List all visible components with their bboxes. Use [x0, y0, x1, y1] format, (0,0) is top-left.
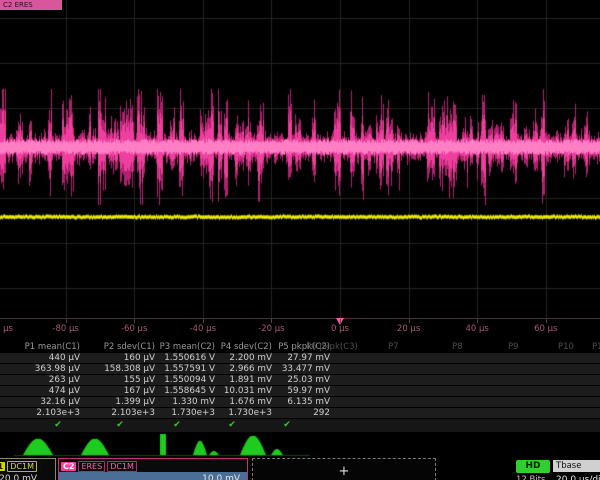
measurement-value: 6.135 mV	[252, 397, 330, 407]
timebase-descriptor[interactable]: Tbase	[553, 460, 600, 472]
measurement-value: 440 µV	[2, 353, 80, 363]
waveform-display[interactable]: C2 ERES	[0, 0, 600, 318]
parameter-header-unused[interactable]: P7	[388, 342, 399, 352]
measurement-row: 263 µV155 µV1.550094 V1.891 mV25.03 mV	[0, 375, 600, 385]
descriptor-strip: C1 DC1M 20.0 mV C2 ERES DC1M 10.0 mV + H…	[0, 458, 600, 480]
measurement-table: P1 mean(C1)P2 sdev(C1)P3 mean(C2)P4 sdev…	[0, 341, 600, 433]
axis-tick-label: -80 µs	[52, 324, 78, 334]
measurement-value: 474 µV	[2, 386, 80, 396]
axis-tick-label: 40 µs	[466, 324, 489, 334]
measurement-value: 263 µV	[2, 375, 80, 385]
parameter-header-unused[interactable]: P8	[452, 342, 463, 352]
status-check-icon: ✔	[173, 420, 181, 431]
c2-volts-per-div: 10.0 mV	[59, 472, 247, 480]
measurement-row: 32.16 µV1.399 µV1.330 mV1.676 mV6.135 mV	[0, 397, 600, 407]
c1-coupling-badge: DC1M	[7, 461, 37, 472]
parameter-header-unused[interactable]: P9	[508, 342, 519, 352]
axis-tick-label: -20 µs	[258, 324, 284, 334]
axis-tick	[134, 319, 135, 323]
measurement-value: 2.103e+3	[2, 408, 80, 418]
status-check-icon: ✔	[283, 420, 291, 431]
c2-coupling-badge: DC1M	[107, 461, 137, 472]
hd-bits-label: 12 Bits	[516, 475, 545, 480]
measurement-value: 59.97 mV	[252, 386, 330, 396]
measurement-value: 33.477 mV	[252, 364, 330, 374]
oscilloscope-screen: C2 ERES -100 µs -80 µs -60 µs -40 µs -20 µs 0…	[0, 0, 600, 480]
timebase-value: 20.0 µs/div	[556, 475, 600, 480]
channel-c1-descriptor[interactable]: C1 DC1M 20.0 mV	[0, 458, 56, 480]
status-check-icon: ✔	[54, 420, 62, 431]
axis-tick	[409, 319, 410, 323]
waveform-canvas	[0, 0, 600, 318]
axis-tick	[477, 319, 478, 323]
measurement-value: 292	[252, 408, 330, 418]
measurement-row: 474 µV167 µV1.558645 V10.031 mV59.97 mV	[0, 386, 600, 396]
status-check-icon: ✔	[116, 420, 124, 431]
measurement-table-headers: P1 mean(C1)P2 sdev(C1)P3 mean(C2)P4 sdev…	[0, 341, 600, 353]
axis-tick	[340, 319, 341, 323]
axis-tick	[203, 319, 204, 323]
status-check-icon: ✔	[228, 420, 236, 431]
axis-tick-label: 60 µs	[534, 324, 557, 334]
axis-tick-label: -40 µs	[190, 324, 216, 334]
parameter-header-unused[interactable]: P10	[558, 342, 574, 352]
measurement-row: 440 µV160 µV1.550616 V2.200 mV27.97 mV	[0, 353, 600, 363]
c2-trace-annotation-badge: C2 ERES	[0, 0, 62, 10]
c1-volts-per-div: 20.0 mV	[0, 472, 55, 480]
axis-tick	[546, 319, 547, 323]
measurement-row: 2.103e+32.103e+31.730e+31.730e+3292	[0, 408, 600, 418]
c2-eres-badge: ERES	[78, 461, 105, 472]
measurement-value: 32.16 µV	[2, 397, 80, 407]
measurement-value: 27.97 mV	[252, 353, 330, 363]
axis-tick-label: -100 µs	[0, 324, 13, 334]
measurement-status-row: ✔ ✔ ✔ ✔ ✔	[0, 419, 600, 432]
axis-tick	[66, 319, 67, 323]
measurement-row: 363.98 µV158.308 µV1.557591 V2.966 mV33.…	[0, 364, 600, 374]
axis-tick-label: 0 µs	[331, 324, 349, 334]
time-axis: -100 µs -80 µs -60 µs -40 µs -20 µs 0 µs 20 µs…	[0, 318, 600, 341]
c1-label-badge: C1	[0, 462, 5, 471]
axis-tick-label: 20 µs	[397, 324, 420, 334]
axis-tick	[271, 319, 272, 323]
measurement-value: 25.03 mV	[252, 375, 330, 385]
hd-mode-badge[interactable]: HD	[516, 460, 550, 473]
parameter-header[interactable]: P1 mean(C1)	[2, 342, 80, 352]
measurement-value: 363.98 µV	[2, 364, 80, 374]
axis-tick-label: -60 µs	[121, 324, 147, 334]
c2-label-badge: C2	[61, 462, 76, 471]
parameter-header-unused[interactable]: P11	[592, 342, 600, 352]
parameter-header-unused[interactable]: P6 pkpk(C3)	[306, 342, 358, 352]
parameter-histicons	[0, 433, 600, 457]
channel-c2-descriptor[interactable]: C2 ERES DC1M 10.0 mV	[58, 458, 248, 480]
add-trace-button[interactable]: +	[252, 458, 436, 480]
